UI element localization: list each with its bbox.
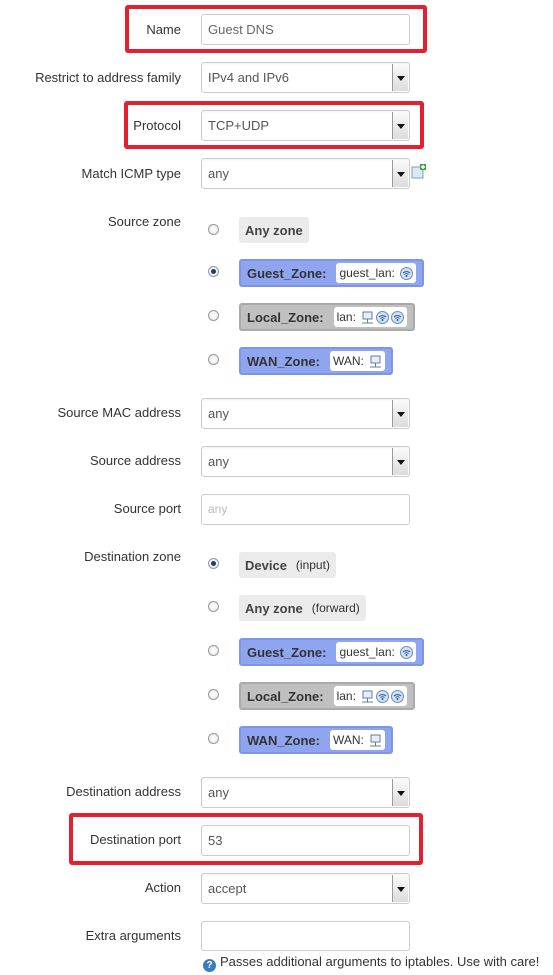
- dest-zone-device-radio[interactable]: [208, 558, 219, 569]
- network-name: guest_lan:: [339, 266, 395, 280]
- dest-zone-local[interactable]: Local_Zone: lan:: [239, 682, 415, 710]
- action-label: Action: [144, 880, 181, 895]
- chevron-down-icon: [392, 64, 408, 91]
- zone-name: Guest_Zone:: [247, 644, 327, 660]
- dest-port-label: Destination port: [89, 832, 181, 847]
- src-zone-guest[interactable]: Guest_Zone: guest_lan:: [239, 259, 424, 287]
- dest-addr-select[interactable]: any: [201, 777, 410, 808]
- wifi-icon: [399, 266, 413, 280]
- name-label: Name: [146, 22, 181, 37]
- chevron-down-icon: [392, 400, 408, 427]
- source-zone-label: Source zone: [108, 214, 181, 229]
- family-select[interactable]: IPv4 and IPv6: [201, 62, 410, 93]
- chevron-down-icon: [392, 448, 408, 475]
- name-input[interactable]: Guest DNS: [201, 14, 410, 45]
- src-zone-any[interactable]: Any zone: [239, 217, 309, 243]
- src-zone-wan[interactable]: WAN_Zone: WAN:: [239, 347, 393, 375]
- family-label: Restrict to address family: [35, 70, 181, 85]
- zone-note: (forward): [311, 601, 360, 615]
- help-icon: ?: [203, 959, 216, 972]
- zone-networks: WAN:: [329, 730, 385, 750]
- network-name: WAN:: [332, 733, 364, 747]
- extra-hint-text: Passes additional arguments to iptables.…: [220, 954, 540, 969]
- dest-zone-wan-radio[interactable]: [208, 733, 219, 744]
- extra-input[interactable]: [201, 921, 410, 951]
- src-zone-local[interactable]: Local_Zone: lan:: [239, 303, 415, 331]
- chevron-down-icon: [392, 779, 408, 806]
- src-mac-select[interactable]: any: [201, 398, 410, 429]
- zone-networks: guest_lan:: [336, 263, 416, 283]
- dest-port-input[interactable]: 53: [201, 825, 410, 856]
- network-name: lan:: [336, 310, 356, 324]
- dest-addr-value: any: [208, 785, 229, 800]
- zone-networks: WAN:: [329, 351, 385, 371]
- extra-label: Extra arguments: [85, 928, 181, 943]
- ethernet-icon: [361, 690, 373, 702]
- protocol-label: Protocol: [133, 118, 181, 133]
- src-addr-select[interactable]: any: [201, 446, 410, 477]
- src-port-label: Source port: [113, 501, 181, 516]
- zone-note: (input): [295, 558, 330, 572]
- network-name: WAN:: [332, 354, 364, 368]
- icmp-select[interactable]: any: [201, 158, 410, 189]
- wifi-icon: [375, 310, 389, 324]
- zone-name: Local_Zone:: [247, 688, 324, 704]
- zone-name: Local_Zone:: [247, 309, 324, 325]
- family-value: IPv4 and IPv6: [208, 70, 289, 85]
- network-name: guest_lan:: [339, 645, 395, 659]
- dest-zone-guest[interactable]: Guest_Zone: guest_lan:: [239, 638, 424, 666]
- zone-name: Any zone: [245, 600, 303, 616]
- zone-name: WAN_Zone:: [247, 732, 320, 748]
- dest-zone-local-radio[interactable]: [208, 689, 219, 700]
- extra-hint: ? Passes additional arguments to iptables…: [203, 954, 539, 972]
- zone-networks: lan:: [333, 686, 407, 706]
- dest-zone-any[interactable]: Any zone (forward): [239, 595, 366, 621]
- wifi-icon: [390, 689, 404, 703]
- protocol-select[interactable]: TCP+UDP: [201, 110, 410, 141]
- ethernet-icon: [361, 311, 373, 323]
- src-zone-guest-radio[interactable]: [208, 266, 219, 277]
- src-addr-label: Source address: [89, 453, 181, 468]
- src-zone-local-radio[interactable]: [208, 310, 219, 321]
- wifi-icon: [399, 645, 413, 659]
- dest-zone-label: Destination zone: [84, 549, 181, 564]
- icmp-value: any: [208, 166, 229, 181]
- src-zone-wan-radio[interactable]: [208, 354, 219, 365]
- dest-zone-device[interactable]: Device (input): [239, 552, 336, 578]
- network-name: lan:: [336, 689, 356, 703]
- chevron-down-icon: [392, 160, 408, 187]
- action-value: accept: [208, 881, 247, 896]
- ethernet-icon: [369, 734, 381, 746]
- src-addr-value: any: [208, 454, 229, 469]
- src-zone-any-radio[interactable]: [208, 224, 219, 235]
- dest-addr-label: Destination address: [66, 784, 181, 799]
- protocol-value: TCP+UDP: [208, 118, 270, 133]
- src-mac-label: Source MAC address: [57, 405, 181, 420]
- zone-name: WAN_Zone:: [247, 353, 320, 369]
- zone-name: Guest_Zone:: [247, 265, 327, 281]
- dest-zone-any-radio[interactable]: [208, 601, 219, 612]
- src-port-input[interactable]: any: [201, 494, 410, 525]
- zone-name: Device: [245, 557, 287, 573]
- dest-zone-wan[interactable]: WAN_Zone: WAN:: [239, 726, 393, 754]
- zone-name: Any zone: [245, 222, 303, 238]
- zone-networks: lan:: [333, 307, 407, 327]
- action-select[interactable]: accept: [201, 873, 410, 904]
- wifi-icon: [375, 689, 389, 703]
- src-mac-value: any: [208, 406, 229, 421]
- wifi-icon: [390, 310, 404, 324]
- zone-networks: guest_lan:: [336, 642, 416, 662]
- chevron-down-icon: [392, 875, 408, 902]
- icmp-label: Match ICMP type: [81, 166, 181, 181]
- dest-zone-guest-radio[interactable]: [208, 645, 219, 656]
- ethernet-icon: [369, 355, 381, 367]
- chevron-down-icon: [392, 112, 408, 139]
- add-entry-icon[interactable]: [411, 164, 426, 179]
